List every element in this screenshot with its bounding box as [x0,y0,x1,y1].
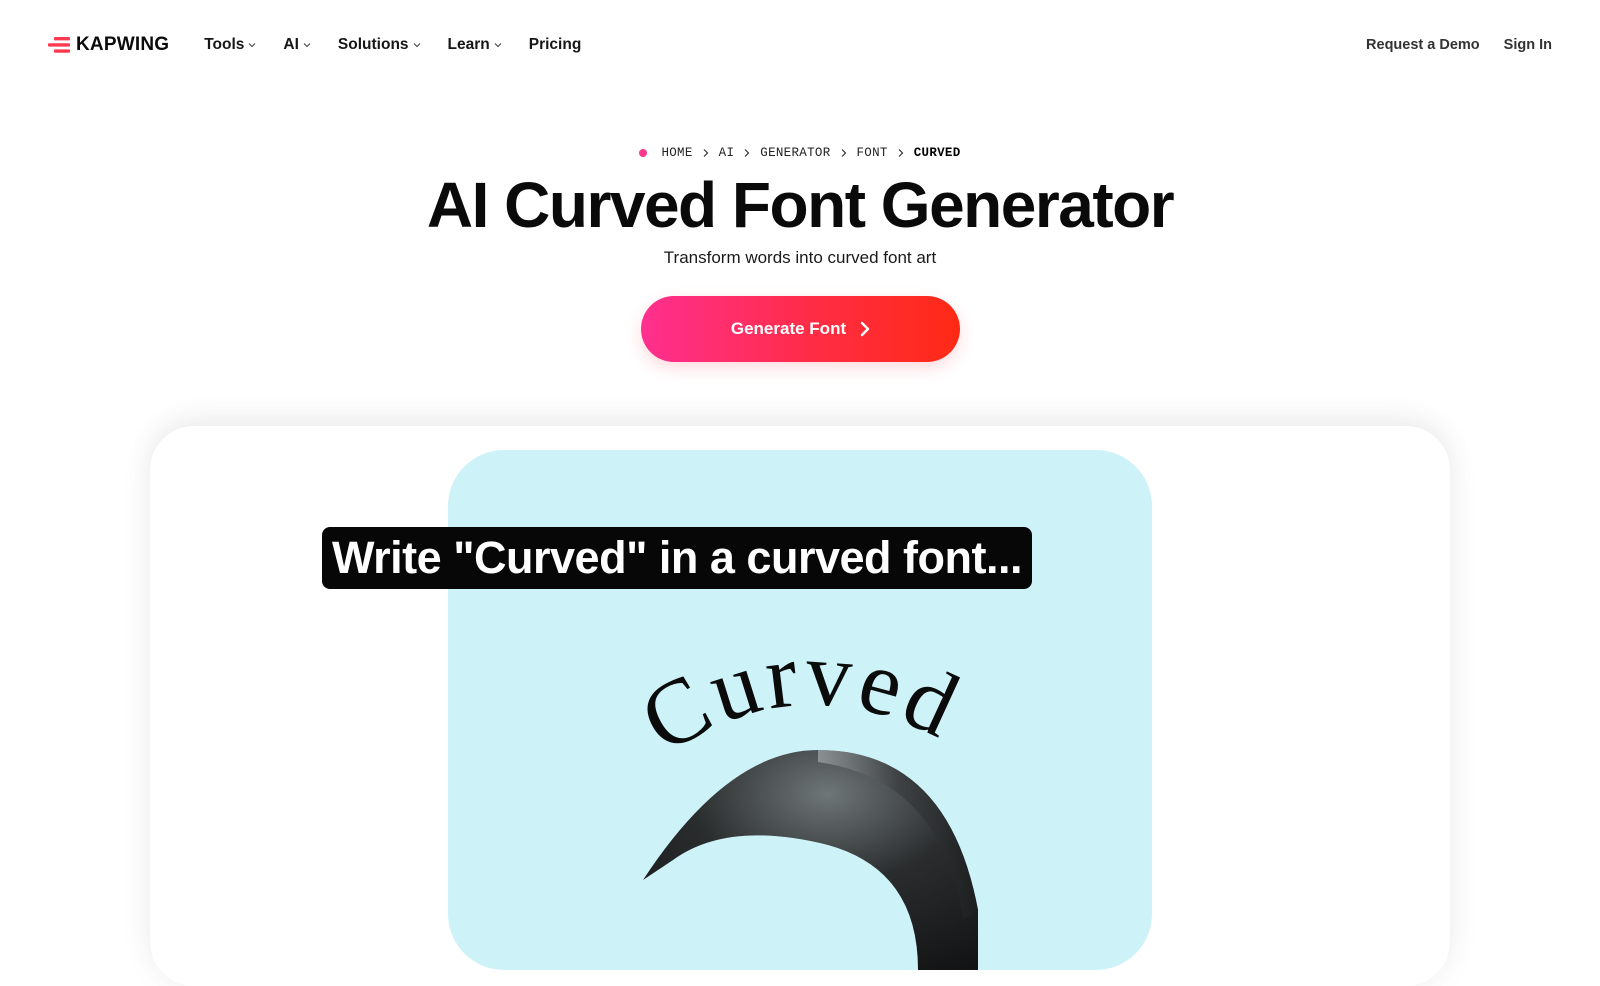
nav-item-pricing[interactable]: Pricing [529,36,582,54]
chevron-right-icon [860,321,870,337]
chevron-right-icon [744,149,750,157]
breadcrumb-item-ai[interactable]: AI [719,146,735,160]
request-demo-link[interactable]: Request a Demo [1366,37,1480,53]
nav-item-tools[interactable]: Tools [204,36,256,54]
breadcrumb-item-generator[interactable]: GENERATOR [760,146,830,160]
page-title: AI Curved Font Generator [426,169,1175,241]
breadcrumb-item-curved: CURVED [913,146,961,160]
chevron-right-icon [703,149,709,157]
chevron-down-icon [303,43,311,48]
breadcrumb: HOME AI GENERATOR FONT CURVED [0,146,1600,160]
prompt-caption: Write "Curved" in a curved font... [322,527,1032,589]
chevron-down-icon [249,43,256,48]
brand-name: KAPWING [76,34,170,55]
nav-item-label: Learn [447,36,490,53]
nav-item-ai[interactable]: AI [283,36,311,54]
nav-item-solutions[interactable]: Solutions [338,36,421,54]
nav-item-label: Tools [204,36,245,53]
nav-item-learn[interactable]: Learn [448,36,502,54]
page-subtitle: Transform words into curved font art [663,248,937,267]
generate-font-button[interactable]: Generate Font [641,296,960,362]
main-nav: Tools AI Solutions Learn Pricing [204,36,581,54]
breadcrumb-item-font[interactable]: FONT [857,146,888,160]
site-header: KAPWING Tools AI Solutions Learn Pricing… [0,0,1600,90]
breadcrumb-item-home[interactable]: HOME [661,146,692,160]
chevron-down-icon [494,43,502,48]
header-actions: Request a Demo Sign In [1366,37,1552,53]
kapwing-logo-icon [48,37,70,53]
chevron-down-icon [413,43,420,48]
sign-in-link[interactable]: Sign In [1504,37,1552,53]
breadcrumb-dot-icon [639,149,648,157]
generate-font-button-label: Generate Font [730,319,847,338]
curved-art-text: Curved [624,622,977,772]
nav-item-label: AI [283,36,299,53]
chevron-right-icon [841,149,846,157]
chevron-right-icon [898,149,904,157]
brand-logo[interactable]: KAPWING [48,34,169,56]
nav-item-label: Solutions [337,36,409,53]
nav-item-label: Pricing [528,36,582,53]
